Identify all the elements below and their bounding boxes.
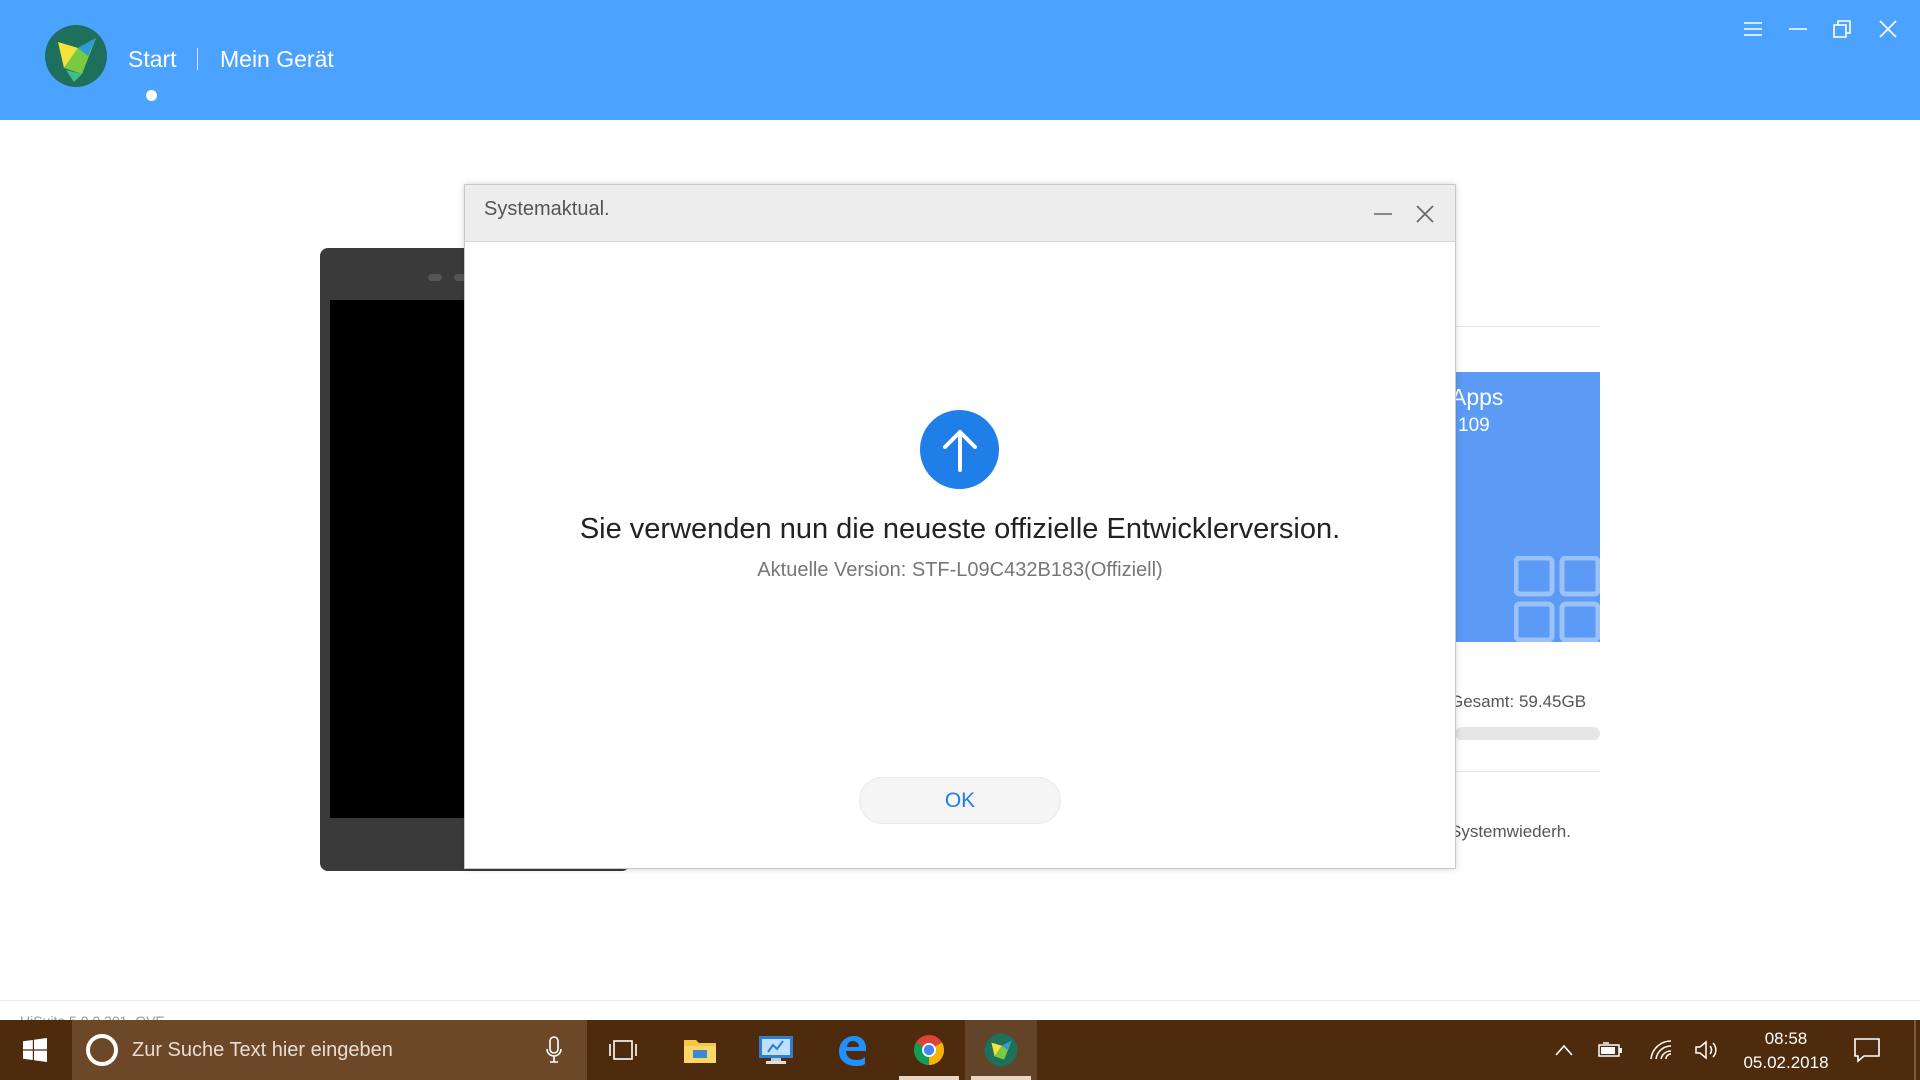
phone-sensor: [428, 274, 442, 281]
system-update-dialog: Systemaktual. Sie verwenden nun die neue…: [464, 184, 1456, 869]
hisuite-taskbar-button[interactable]: [965, 1020, 1037, 1080]
apps-card-title: Apps: [1451, 384, 1504, 410]
search-placeholder: Zur Suche Text hier eingeben: [132, 1039, 393, 1061]
chrome-button[interactable]: [893, 1020, 965, 1080]
menu-icon[interactable]: [1738, 14, 1768, 44]
taskbar-clock[interactable]: 08:58 05.02.2018: [1732, 1027, 1840, 1075]
chrome-icon: [913, 1035, 945, 1065]
dialog-titlebar: Systemaktual.: [465, 185, 1455, 242]
arrow-up-icon: [920, 410, 999, 489]
wifi-icon[interactable]: [1646, 1036, 1676, 1064]
notification-icon[interactable]: [1852, 1035, 1882, 1065]
volume-icon[interactable]: [1692, 1036, 1722, 1064]
app-header: Start Mein Gerät: [0, 0, 1920, 120]
microphone-icon[interactable]: [545, 1035, 563, 1065]
active-tab-indicator: [146, 90, 157, 101]
taskbar: Zur Suche Text hier eingeben 08:58 05.02…: [0, 1020, 1920, 1080]
windows-icon: [23, 1038, 47, 1062]
storage-bar: [1455, 727, 1600, 740]
current-version-text: Aktuelle Version: STF-L09C432B183(Offizi…: [757, 559, 1163, 581]
remote-desktop-button[interactable]: [740, 1020, 812, 1080]
dialog-minimize-icon[interactable]: [1368, 199, 1398, 229]
apps-grid-icon: [1514, 556, 1600, 642]
storage-total: Gesamt: 59.45GB: [1450, 692, 1587, 711]
taskbar-search-box[interactable]: Zur Suche Text hier eingeben: [72, 1020, 587, 1080]
dialog-close-icon[interactable]: [1410, 199, 1440, 229]
clock-time: 08:58: [1764, 1029, 1808, 1048]
task-view-icon: [609, 1040, 637, 1060]
nav-separator: [197, 48, 198, 70]
file-explorer-icon: [684, 1040, 716, 1063]
ok-button[interactable]: OK: [859, 777, 1061, 824]
clock-date: 05.02.2018: [1743, 1053, 1829, 1072]
hisuite-icon: [984, 1033, 1018, 1067]
remote-desktop-icon: [759, 1036, 793, 1064]
running-indicator: [899, 1076, 959, 1080]
dialog-title: Systemaktual.: [484, 198, 610, 220]
minimize-icon[interactable]: [1783, 14, 1813, 44]
file-explorer-button[interactable]: [664, 1020, 736, 1080]
chevron-up-icon[interactable]: [1549, 1036, 1579, 1064]
footer-divider: [0, 1000, 1920, 1001]
show-desktop-button[interactable]: [1914, 1020, 1916, 1080]
nav-tab-my-device[interactable]: Mein Gerät: [220, 46, 334, 73]
edge-button[interactable]: [816, 1020, 888, 1080]
divider: [1455, 326, 1600, 327]
divider: [1455, 771, 1600, 772]
running-indicator: [971, 1076, 1031, 1080]
dialog-message: Sie verwenden nun die neueste offizielle…: [579, 513, 1341, 545]
edge-icon: [839, 1036, 866, 1066]
system-restore-link[interactable]: Systemwiederh.: [1450, 822, 1571, 842]
hisuite-logo-icon: [45, 25, 107, 87]
apps-card-count: 109: [1458, 415, 1490, 436]
nav-tab-start[interactable]: Start: [128, 46, 177, 73]
close-icon[interactable]: [1873, 14, 1903, 44]
restore-icon[interactable]: [1827, 14, 1857, 44]
task-view-button[interactable]: [587, 1020, 659, 1080]
battery-icon[interactable]: [1596, 1036, 1626, 1064]
cortana-icon[interactable]: [86, 1034, 118, 1066]
windows-start-button[interactable]: [0, 1020, 70, 1080]
